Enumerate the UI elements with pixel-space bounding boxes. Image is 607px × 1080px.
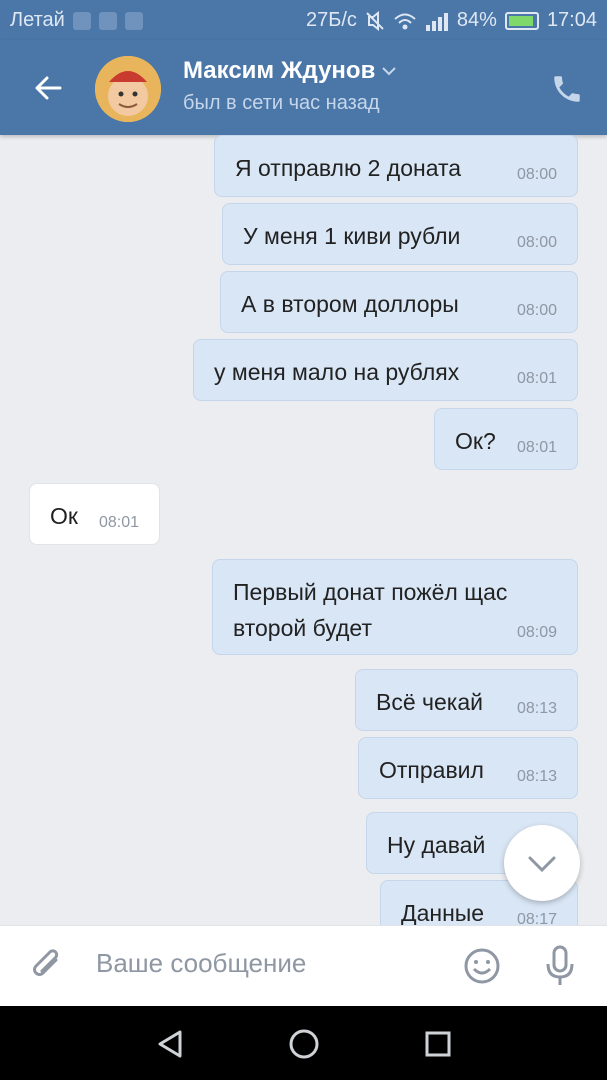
message-bubble[interactable]: А в втором доллоры 08:00 xyxy=(220,271,578,333)
clock: 17:04 xyxy=(546,9,597,31)
last-seen-status: был в сети час назад xyxy=(183,92,380,114)
message-bubble[interactable]: Ок? 08:01 xyxy=(434,408,578,470)
message-text: Всё чекай xyxy=(376,689,484,715)
paperclip-icon[interactable] xyxy=(28,946,68,986)
network-speed: 27Б/с xyxy=(305,9,357,31)
message-text: Данные xyxy=(401,900,485,925)
contact-name: Максим Ждунов xyxy=(183,57,376,84)
scroll-down-button[interactable] xyxy=(504,825,580,901)
system-nav-bar xyxy=(0,1006,607,1080)
app-notification-icon xyxy=(98,11,117,30)
nav-back-icon[interactable] xyxy=(150,1024,190,1064)
emoji-icon[interactable] xyxy=(462,946,502,986)
message-time: 08:01 xyxy=(516,370,557,387)
image-notification-icon xyxy=(124,11,143,30)
battery-icon xyxy=(504,11,539,30)
message-bubble[interactable]: Всё чекай 08:13 xyxy=(355,669,578,731)
message-composer: Ваше сообщение xyxy=(0,925,607,1007)
carrier-label: Летай xyxy=(10,9,65,31)
chevron-down-icon xyxy=(528,856,556,873)
message-bubble[interactable]: У меня 1 киви рубли 08:00 xyxy=(222,203,578,265)
status-bar: Летай 27Б/с 84% 17:04 xyxy=(0,0,607,40)
mute-icon xyxy=(366,10,384,31)
microphone-icon[interactable] xyxy=(540,944,580,988)
message-time: 08:13 xyxy=(516,768,557,785)
message-time: 08:00 xyxy=(516,234,557,251)
message-text: Ок? xyxy=(455,428,496,454)
message-text: Ну давай xyxy=(387,832,486,858)
message-bubble[interactable]: Я отправлю 2 доната 08:00 xyxy=(214,135,578,197)
avatar[interactable] xyxy=(95,56,161,122)
message-text: Ок xyxy=(50,503,78,529)
message-time: 08:00 xyxy=(516,302,557,319)
message-time: 08:01 xyxy=(98,514,139,531)
message-bubble[interactable]: Ок 08:01 xyxy=(29,483,160,545)
signal-icon xyxy=(425,12,448,31)
message-time: 08:09 xyxy=(516,624,557,641)
wifi-icon xyxy=(394,13,416,29)
message-text: Я отправлю 2 доната xyxy=(235,155,462,181)
message-text: Первый донат пожёл щас второй будет xyxy=(233,579,508,641)
battery-percent: 84% xyxy=(456,9,497,31)
message-time: 08:00 xyxy=(516,166,557,183)
message-bubble[interactable]: Отправил 08:13 xyxy=(358,737,578,799)
message-time: 08:01 xyxy=(516,439,557,456)
nav-home-icon[interactable] xyxy=(284,1024,324,1064)
message-bubble[interactable]: Первый донат пожёл щас второй будет 08:0… xyxy=(212,559,578,655)
message-text: у меня мало на рублях xyxy=(214,359,460,385)
message-input[interactable]: Ваше сообщение xyxy=(96,948,306,979)
message-list[interactable]: Я отправлю 2 доната 08:00 У меня 1 киви … xyxy=(0,135,607,925)
chevron-down-icon xyxy=(382,67,397,76)
nav-recents-icon[interactable] xyxy=(418,1024,458,1064)
contact-name-row[interactable]: Максим Ждунов xyxy=(183,57,397,85)
chat-header: Максим Ждунов был в сети час назад xyxy=(0,40,607,135)
back-arrow-icon[interactable] xyxy=(28,68,68,108)
message-time: 08:17 xyxy=(516,911,557,925)
phone-icon[interactable] xyxy=(550,72,584,106)
message-time: 08:13 xyxy=(516,700,557,717)
music-notification-icon xyxy=(72,11,91,30)
avatar-image xyxy=(95,56,161,122)
message-text: Отправил xyxy=(379,757,484,783)
message-text: А в втором доллоры xyxy=(241,291,459,317)
message-text: У меня 1 киви рубли xyxy=(243,223,461,249)
message-bubble[interactable]: у меня мало на рублях 08:01 xyxy=(193,339,578,401)
